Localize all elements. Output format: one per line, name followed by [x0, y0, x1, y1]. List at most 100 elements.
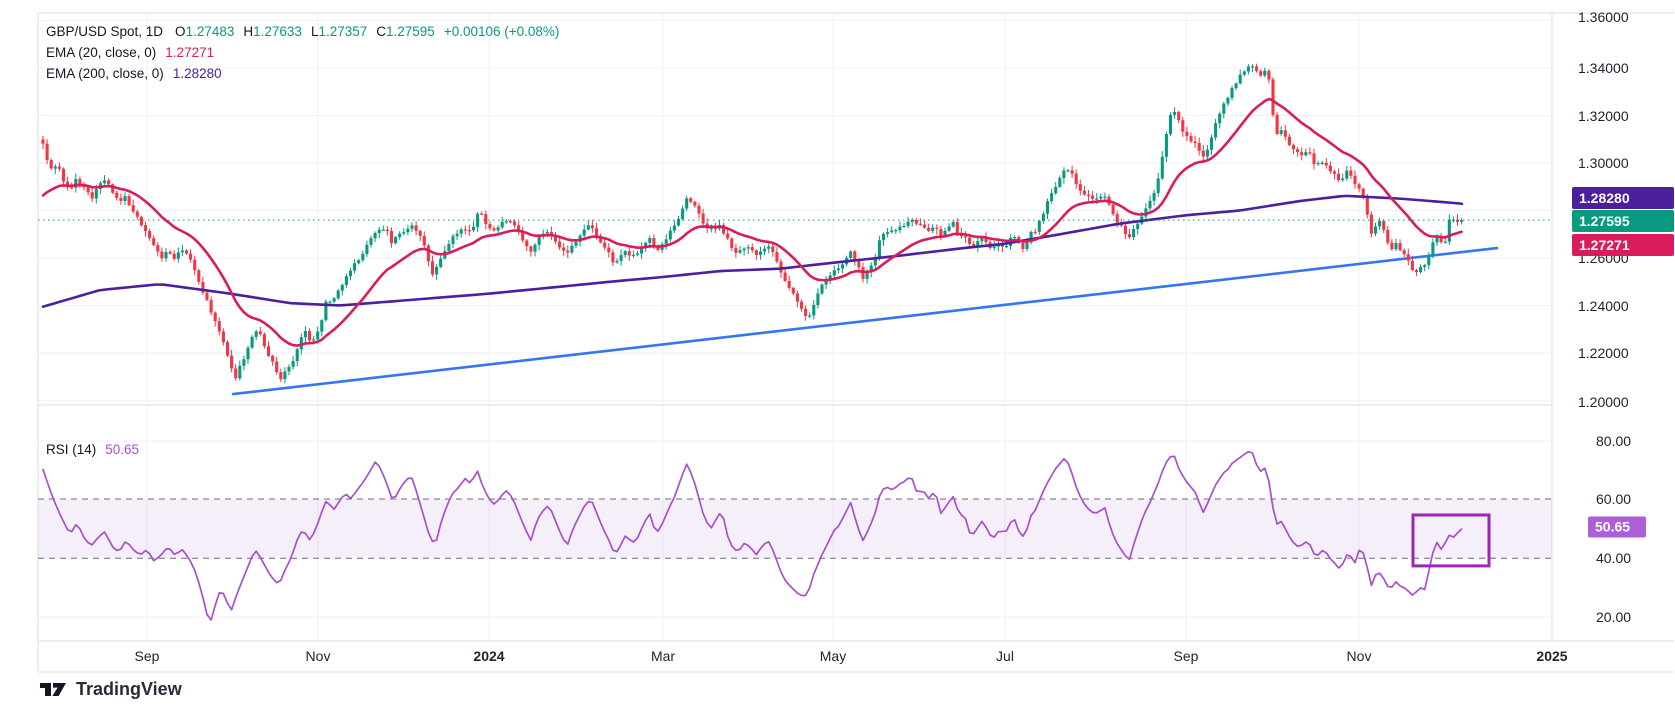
symbol-row[interactable]: GBP/USD Spot, 1DO1.27483H1.27633L1.27357… [46, 21, 559, 42]
ema200-price-badge[interactable]: 1.28280 [1572, 187, 1674, 209]
candle-up [878, 240, 881, 257]
candle-up [95, 189, 98, 198]
candle-up [587, 225, 590, 229]
candle-down [173, 254, 176, 259]
candle-down [1382, 221, 1385, 230]
price-tick-label: 1.36000 [1578, 9, 1629, 25]
candle-up [103, 180, 106, 183]
candle-up [345, 276, 348, 285]
candle-down [1411, 261, 1414, 270]
chart-canvas[interactable] [0, 0, 1675, 718]
candle-down [62, 169, 65, 182]
ascending-trendline[interactable] [233, 248, 1497, 394]
candle-down [1358, 184, 1361, 188]
candle-down [1284, 130, 1287, 136]
ema20-label[interactable]: EMA (20, close, 0) [46, 45, 156, 60]
ema20-legend-row[interactable]: EMA (20, close, 0)1.27271 [46, 42, 559, 63]
symbol-title[interactable]: GBP/USD Spot, 1D [46, 24, 163, 39]
candle-down [488, 224, 491, 228]
candle-down [119, 198, 122, 201]
candle-up [1251, 66, 1254, 67]
rsi-legend-row[interactable]: RSI (14)50.65 [46, 441, 139, 459]
candle-down [189, 253, 192, 259]
candle-down [156, 245, 159, 252]
candle-down [1079, 184, 1082, 191]
candle-up [1153, 193, 1156, 201]
candle-down [566, 251, 569, 253]
time-tick-label: Nov [1347, 648, 1372, 664]
candle-down [697, 206, 700, 214]
candle-down [784, 273, 787, 281]
time-tick-label: Sep [135, 648, 160, 664]
candle-up [501, 222, 504, 228]
candle-down [1349, 171, 1352, 176]
candle-down [1087, 195, 1090, 196]
candle-down [1362, 189, 1365, 197]
candle-down [210, 300, 213, 313]
candle-down [1325, 163, 1328, 166]
candle-down [1312, 153, 1315, 164]
candle-up [123, 196, 126, 201]
candle-up [251, 337, 254, 348]
candle-up [181, 251, 184, 253]
candle-down [87, 187, 90, 192]
candle-down [230, 356, 233, 369]
candle-up [1210, 137, 1213, 149]
candle-down [603, 242, 606, 247]
candle-up [743, 249, 746, 251]
rsi-label[interactable]: RSI (14) [46, 442, 96, 457]
candle-up [665, 239, 668, 244]
ohlc-letter: O [175, 24, 186, 39]
candle-up [353, 263, 356, 270]
candle-down [1403, 250, 1406, 254]
ema200-legend-row[interactable]: EMA (200, close, 0)1.28280 [46, 63, 559, 84]
candle-down [1124, 226, 1127, 235]
candle-up [886, 232, 889, 234]
rsi-value-badge[interactable]: 50.65 [1588, 517, 1646, 538]
tradingview-logo-icon [40, 679, 67, 700]
candle-down [480, 214, 483, 215]
candle-down [41, 139, 44, 143]
candle-up [673, 225, 676, 230]
ema200-label[interactable]: EMA (200, close, 0) [46, 66, 164, 81]
candle-down [1267, 71, 1270, 80]
candle-down [919, 224, 922, 225]
candle-up [398, 234, 401, 237]
rsi-tick-label: 40.00 [1596, 550, 1631, 566]
tradingview-logo[interactable]: TradingView [40, 679, 182, 700]
ema20-price-badge[interactable]: 1.27271 [1572, 234, 1674, 256]
ema20-line[interactable] [43, 99, 1462, 346]
candle-up [402, 232, 405, 234]
change-value: +0.00106 (+0.08%) [444, 24, 560, 39]
candle-up [304, 331, 307, 337]
candle-up [349, 271, 352, 277]
candle-down [968, 237, 971, 244]
candle-up [382, 230, 385, 231]
time-tick-label: May [820, 648, 846, 664]
candle-up [1247, 66, 1250, 71]
candle-up [447, 244, 450, 251]
candle-up [812, 305, 815, 316]
candle-down [115, 193, 118, 198]
candle-down [1185, 132, 1188, 137]
candle-down [1116, 214, 1119, 222]
chart-legend[interactable]: GBP/USD Spot, 1DO1.27483H1.27633L1.27357… [46, 21, 559, 84]
candle-down [271, 356, 274, 362]
price-axis-scale[interactable]: 1.360001.340001.320001.300001.260001.240… [1552, 0, 1675, 672]
time-axis-scale[interactable]: SepNov2024MarMayJulSepNov2025 [0, 645, 1675, 672]
candle-down [160, 252, 163, 259]
ohlc-number: 1.27633 [253, 24, 302, 39]
candle-down [1399, 243, 1402, 250]
last-price-badge[interactable]: 1.27595 [1572, 210, 1674, 232]
candle-up [1066, 170, 1069, 171]
candle-up [952, 222, 955, 226]
candle-down [611, 252, 614, 262]
candle-up [1460, 220, 1463, 222]
candle-down [267, 346, 270, 356]
candle-down [1189, 136, 1192, 141]
candle-down [419, 231, 422, 236]
candle-up [1427, 256, 1430, 265]
candle-up [648, 238, 651, 243]
candle-up [808, 315, 811, 316]
candle-up [632, 255, 635, 256]
